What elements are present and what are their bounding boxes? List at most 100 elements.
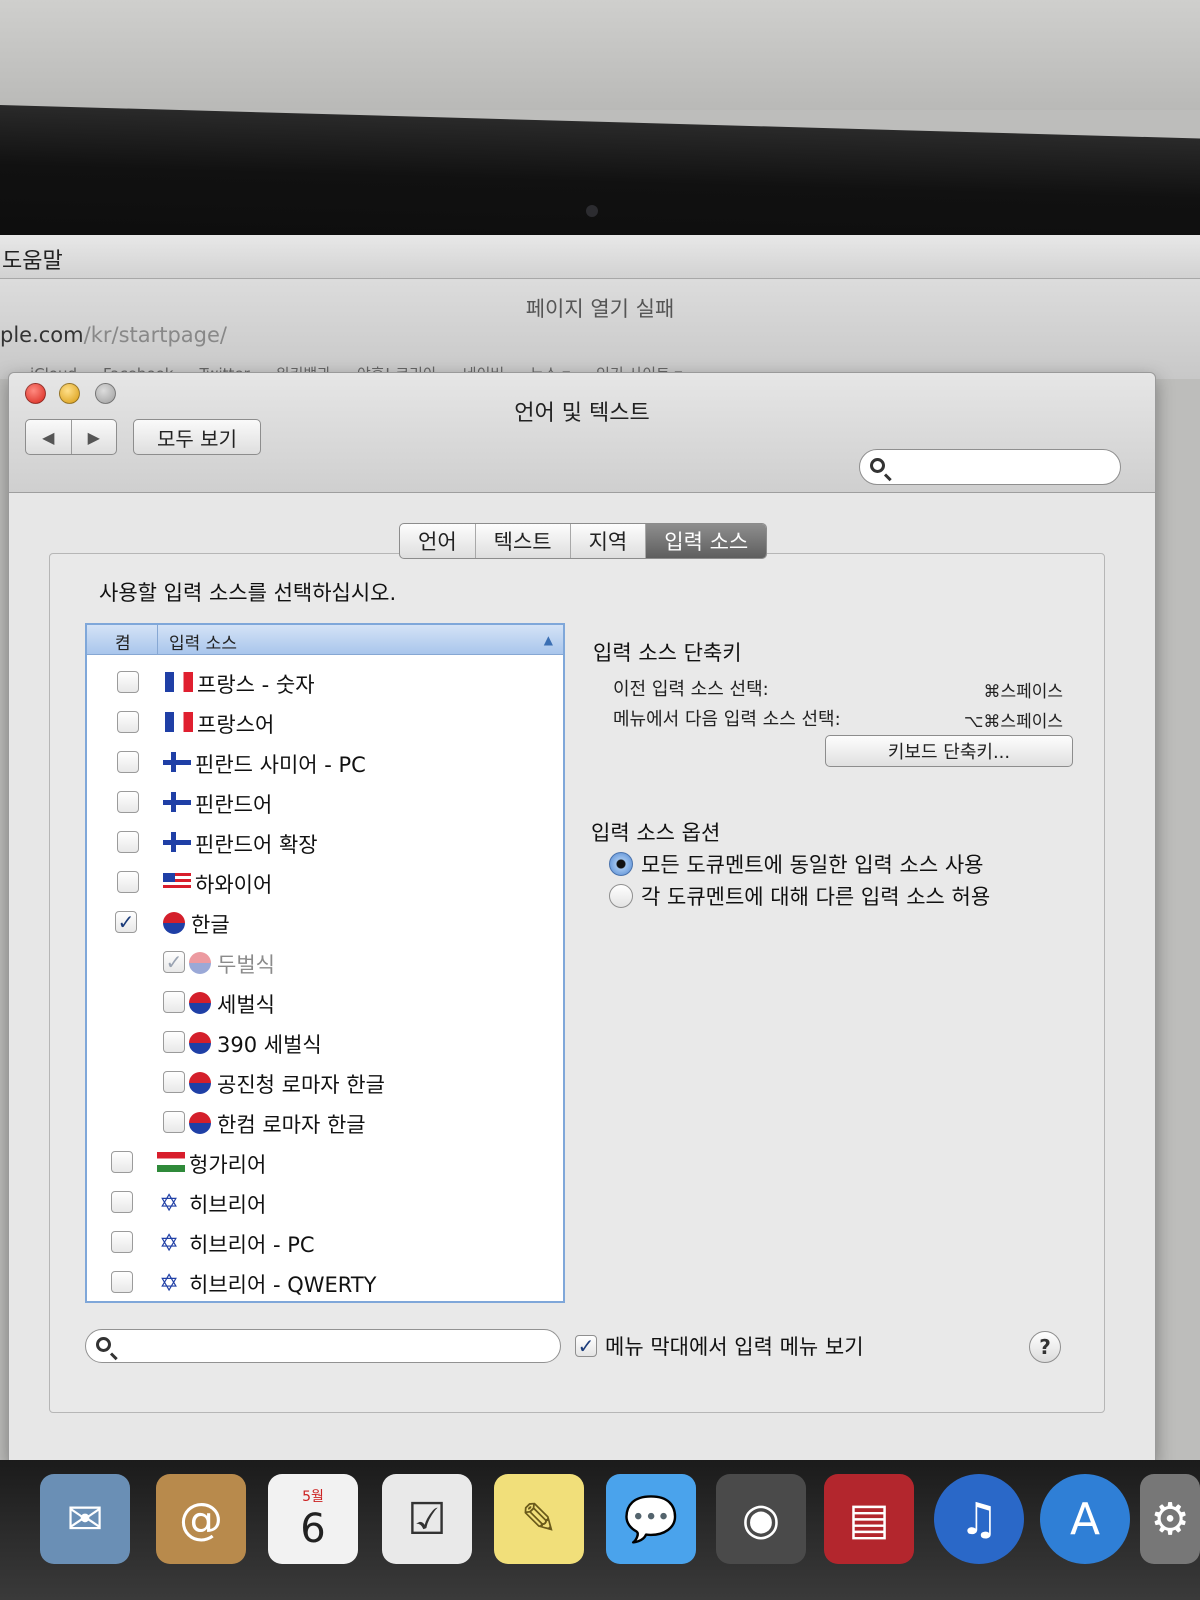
korea-flag-icon xyxy=(189,1112,211,1134)
list-row-hebrew[interactable]: ✡ 히브리어 xyxy=(87,1183,563,1223)
option-same-for-all[interactable]: 모든 도큐멘트에 동일한 입력 소스 사용 xyxy=(609,849,984,879)
list-item-label: 히브리어 xyxy=(189,1193,267,1217)
korea-flag-icon xyxy=(189,952,211,974)
list-item-label: 하와이어 xyxy=(195,873,273,897)
show-input-menu-option[interactable]: ✓ 메뉴 막대에서 입력 메뉴 보기 xyxy=(575,1331,864,1361)
list-header: 켬 입력 소스 ▲ xyxy=(87,625,563,655)
korea-flag-icon xyxy=(189,1072,211,1094)
input-source-list[interactable]: 켬 입력 소스 ▲ 프랑스 - 숫자 프랑스어 핀란드 사미어 - PC 핀란드… xyxy=(85,623,565,1303)
list-row-finnish[interactable]: 핀란드어 xyxy=(87,783,563,823)
tab-region[interactable]: 지역 xyxy=(569,524,646,558)
checkbox[interactable] xyxy=(163,1031,185,1053)
checkbox-checked[interactable]: ✓ xyxy=(115,911,137,933)
browser-title: 페이지 열기 실패 xyxy=(525,297,675,321)
list-item-label: 두벌식 xyxy=(217,953,275,977)
list-row-dubeolsik[interactable]: ✓ 두벌식 xyxy=(87,943,563,983)
tab-text[interactable]: 텍스트 xyxy=(474,524,570,558)
calendar-day: 6 xyxy=(300,1506,326,1552)
korea-flag-icon xyxy=(189,992,211,1014)
facetime-icon[interactable]: ◉ xyxy=(716,1474,806,1564)
star-of-david-icon: ✡ xyxy=(159,1269,180,1297)
checkbox[interactable] xyxy=(117,871,139,893)
menu-help[interactable]: 도움말 xyxy=(2,243,63,275)
system-preferences-icon[interactable]: ⚙ xyxy=(1140,1474,1200,1564)
sort-arrow-icon: ▲ xyxy=(543,633,553,647)
list-row-finnish-extended[interactable]: 핀란드어 확장 xyxy=(87,823,563,863)
back-arrow-icon[interactable]: ◀ xyxy=(26,420,71,454)
list-item-label: 프랑스어 xyxy=(197,713,275,737)
list-row-hancom-romaja[interactable]: 한컴 로마자 한글 xyxy=(87,1103,563,1143)
calendar-month: 5월 xyxy=(302,1489,324,1505)
show-all-button[interactable]: 모두 보기 xyxy=(133,419,261,455)
checkbox[interactable] xyxy=(111,1231,133,1253)
dock: ✉ @ 5월 6 ☑ ✎ 💬 ◉ ▤ ♫ A ⚙ xyxy=(0,1460,1200,1600)
list-row-390-sebeolsik[interactable]: 390 세벌식 xyxy=(87,1023,563,1063)
list-row-finnish-sami-pc[interactable]: 핀란드 사미어 - PC xyxy=(87,743,563,783)
star-of-david-icon: ✡ xyxy=(159,1229,180,1257)
list-search-field[interactable] xyxy=(85,1329,561,1363)
address-book-icon[interactable]: @ xyxy=(156,1474,246,1564)
checkbox[interactable] xyxy=(111,1271,133,1293)
checkbox[interactable] xyxy=(111,1151,133,1173)
option-label: 각 도큐멘트에 대해 다른 입력 소스 허용 xyxy=(641,885,991,909)
header-divider xyxy=(157,625,158,655)
checkbox[interactable] xyxy=(117,711,139,733)
mail-icon[interactable]: ✉ xyxy=(40,1474,130,1564)
list-row-hawaiian[interactable]: 하와이어 xyxy=(87,863,563,903)
forward-arrow-icon[interactable]: ▶ xyxy=(70,420,117,454)
list-item-label: 한컴 로마자 한글 xyxy=(217,1113,366,1137)
shortcuts-heading: 입력 소스 단축키 xyxy=(593,641,742,665)
list-row-gongjincheong[interactable]: 공진청 로마자 한글 xyxy=(87,1063,563,1103)
checkbox[interactable] xyxy=(111,1191,133,1213)
finland-flag-icon xyxy=(163,832,191,852)
keyboard-shortcuts-button[interactable]: 키보드 단축키... xyxy=(825,735,1073,767)
reminders-icon[interactable]: ☑ xyxy=(382,1474,472,1564)
help-button[interactable]: ? xyxy=(1029,1331,1061,1363)
list-row-hebrew-qwerty[interactable]: ✡ 히브리어 - QWERTY xyxy=(87,1263,563,1301)
list-row-sebeolsik[interactable]: 세벌식 xyxy=(87,983,563,1023)
photo-booth-icon[interactable]: ▤ xyxy=(824,1474,914,1564)
wall-background xyxy=(0,0,1200,110)
list-item-label: 세벌식 xyxy=(217,993,275,1017)
calendar-icon[interactable]: 5월 6 xyxy=(268,1474,358,1564)
radio-unselected[interactable] xyxy=(609,884,633,908)
checkbox[interactable] xyxy=(117,791,139,813)
list-row-french[interactable]: 프랑스어 xyxy=(87,703,563,743)
list-row-hungarian[interactable]: 헝가리어 xyxy=(87,1143,563,1183)
prev-source-label: 이전 입력 소스 선택: xyxy=(613,679,769,700)
list-row-hebrew-pc[interactable]: ✡ 히브리어 - PC xyxy=(87,1223,563,1263)
checkbox[interactable] xyxy=(163,991,185,1013)
checkbox[interactable] xyxy=(117,751,139,773)
list-item-label: 프랑스 - 숫자 xyxy=(197,673,315,697)
list-row-french-numeric[interactable]: 프랑스 - 숫자 xyxy=(87,663,563,703)
finland-flag-icon xyxy=(163,792,191,812)
checkbox[interactable] xyxy=(117,671,139,693)
list-item-label: 핀란드어 확장 xyxy=(195,833,318,857)
checkbox[interactable] xyxy=(117,831,139,853)
url-path: /kr/startpage/ xyxy=(83,323,228,347)
list-item-label: 한글 xyxy=(191,913,230,937)
hungary-flag-icon xyxy=(157,1152,185,1172)
column-header-source[interactable]: 입력 소스 xyxy=(169,629,237,654)
checkbox[interactable] xyxy=(163,1111,185,1133)
option-per-document[interactable]: 각 도큐멘트에 대해 다른 입력 소스 허용 xyxy=(609,881,990,911)
navigation-buttons: ◀ ▶ xyxy=(25,419,117,455)
option-label: 모든 도큐멘트에 동일한 입력 소스 사용 xyxy=(641,853,984,877)
messages-icon[interactable]: 💬 xyxy=(606,1474,696,1564)
preferences-search-field[interactable] xyxy=(859,449,1121,485)
star-of-david-icon: ✡ xyxy=(159,1189,180,1217)
url-host: ple.com xyxy=(0,323,84,347)
checkbox-checked[interactable]: ✓ xyxy=(163,951,185,973)
list-row-korean[interactable]: ✓ 한글 xyxy=(87,903,563,943)
app-store-icon[interactable]: A xyxy=(1040,1474,1130,1564)
checkbox[interactable] xyxy=(163,1071,185,1093)
notes-icon[interactable]: ✎ xyxy=(494,1474,584,1564)
column-header-on[interactable]: 켬 xyxy=(115,629,131,654)
itunes-icon[interactable]: ♫ xyxy=(934,1474,1024,1564)
browser-url[interactable]: ple.com/kr/startpage/ xyxy=(0,323,227,347)
checkbox-checked[interactable]: ✓ xyxy=(575,1335,597,1357)
tab-language[interactable]: 언어 xyxy=(400,524,475,558)
tab-input-sources[interactable]: 입력 소스 xyxy=(645,524,767,558)
radio-selected[interactable] xyxy=(609,852,633,876)
search-icon xyxy=(96,1337,111,1352)
